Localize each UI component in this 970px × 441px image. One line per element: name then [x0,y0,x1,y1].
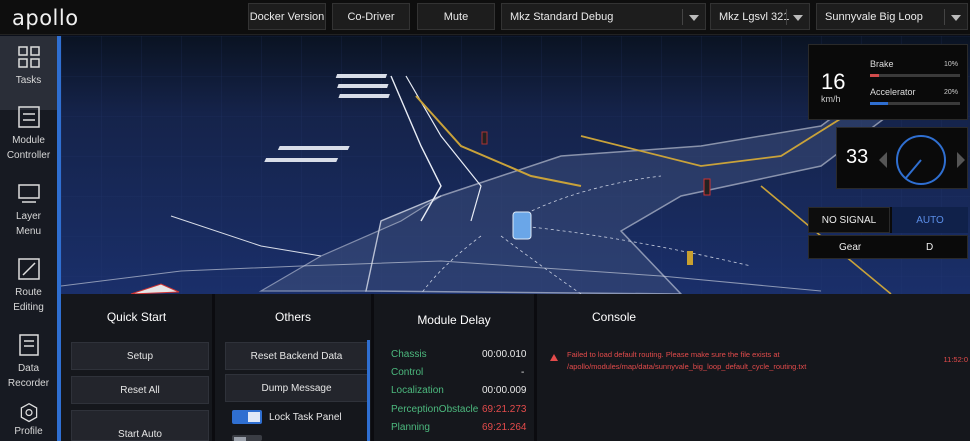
others-panel: Others Reset Backend Data Dump Message L… [215,294,371,441]
mode-select[interactable]: Mkz Standard Debug [501,3,706,30]
panel-title: Console [592,310,637,324]
module-name: PerceptionObstacle [391,404,479,415]
console-message-line: Failed to load default routing. Please m… [567,350,780,359]
panel-title: Quick Start [106,310,167,324]
brake-label: Brake [870,59,894,69]
module-name: Control [391,367,424,378]
sidebar-item-label: Route Editing [13,287,44,313]
top-bar: apollo Docker Version Co-Driver Mute Mkz… [0,0,970,35]
traffic-light [687,251,693,265]
bottom-panels: Quick Start Setup Reset All Start Auto O… [61,294,970,441]
ego-vehicle [512,211,532,240]
gear-label: Gear [839,242,862,253]
module-name: Chassis [391,349,427,360]
scrollbar[interactable] [367,340,370,441]
select-separator [786,9,787,25]
steering-angle: 33 [846,146,869,168]
chevron-down-icon [793,15,803,21]
mute-button[interactable]: Mute [417,3,495,30]
speed-panel: 16 km/h Brake 10% Accelerator 20% [808,44,968,120]
gear-value: D [926,242,934,253]
accelerator-bar-fill [870,102,888,105]
module-name: Localization [391,385,444,396]
route-editing-icon [17,258,40,280]
start-auto-button[interactable]: Start Auto [71,410,209,441]
map-select[interactable]: Sunnyvale Big Loop [816,3,968,30]
accelerator-label: Accelerator [870,87,916,97]
module-delay-value: - [521,367,525,378]
apollo-logo: apollo [12,6,79,30]
toggle-switch[interactable] [232,435,262,441]
module-delay-value: 69:21.264 [482,422,527,433]
module-delay-value: 69:21.273 [482,404,527,415]
turn-signal-status: NO SIGNAL [808,207,890,233]
map-select-value: Sunnyvale Big Loop [825,10,923,23]
steering-panel: 33 [836,127,968,189]
sidebar: Tasks Module Controller Layer Menu Route… [0,36,61,441]
speed-unit: km/h [821,94,841,104]
sidebar-item-route-editing[interactable]: Route Editing [0,248,57,322]
module-delay-panel: Module Delay Chassis 00:00.010 Control -… [374,294,534,441]
module-controller-icon [17,106,40,128]
chevron-down-icon [951,15,961,21]
signal-row: NO SIGNAL AUTO [808,207,968,233]
sidebar-item-data-recorder[interactable]: Data Recorder [0,324,57,398]
module-name: Planning [391,422,430,433]
co-driver-button[interactable]: Co-Driver [332,3,410,30]
lock-task-panel-toggle[interactable] [232,410,262,424]
profile-icon [20,402,37,423]
panel-title: Module Delay [417,313,491,327]
sidebar-item-label: Tasks [15,75,42,86]
mode-select-value: Mkz Standard Debug [510,10,614,23]
gear-row: Gear D [808,235,968,259]
sidebar-item-label: Data Recorder [7,363,50,389]
brake-bar-fill [870,74,879,77]
sidebar-item-label: Layer Menu [15,211,41,237]
module-delay-value: 00:00.010 [482,349,527,360]
layer-icon [17,184,40,203]
console-panel: Console Failed to load default routing. … [537,294,970,441]
console-message: Failed to load default routing. Please m… [567,349,907,373]
sidebar-item-profile[interactable]: Profile [0,400,57,441]
reset-all-button[interactable]: Reset All [71,376,209,404]
vehicle-select-value: Mkz Lgsvl 321 [719,10,790,23]
quick-start-panel: Quick Start Setup Reset All Start Auto [61,294,212,441]
accelerator-percent: 20% [944,89,959,96]
console-timestamp: 11:52:0 [943,355,968,364]
panel-title: Others [274,310,311,324]
speed-value: 16 [821,69,846,94]
accelerator-bar [870,102,960,105]
vehicle-select[interactable]: Mkz Lgsvl 321 [710,3,810,30]
docker-version-button[interactable]: Docker Version [248,3,326,30]
reset-backend-data-button[interactable]: Reset Backend Data [225,342,368,370]
brake-bar [870,74,960,77]
console-message-line: /apollo/modules/map/data/sunnyvale_big_l… [567,362,807,371]
data-recorder-icon [18,334,39,356]
grid-icon [17,46,40,68]
chevron-down-icon [689,15,699,21]
sidebar-item-label: Profile [14,426,43,437]
steering-wheel-icon [879,135,965,185]
module-delay-value: 00:00.009 [482,385,527,396]
select-separator [944,9,945,25]
dump-message-button[interactable]: Dump Message [225,374,368,402]
driving-mode-status: AUTO [892,207,968,233]
traffic-light [703,178,711,196]
sidebar-item-layer-menu[interactable]: Layer Menu [0,172,57,246]
lock-task-panel-label: Lock Task Panel [269,412,342,423]
sidebar-item-module-controller[interactable]: Module Controller [0,96,57,170]
warning-icon [550,354,558,361]
sidebar-item-label: Module Controller [6,135,51,161]
traffic-light [481,131,488,145]
brake-percent: 10% [944,61,959,68]
setup-button[interactable]: Setup [71,342,209,370]
select-separator [682,9,683,25]
